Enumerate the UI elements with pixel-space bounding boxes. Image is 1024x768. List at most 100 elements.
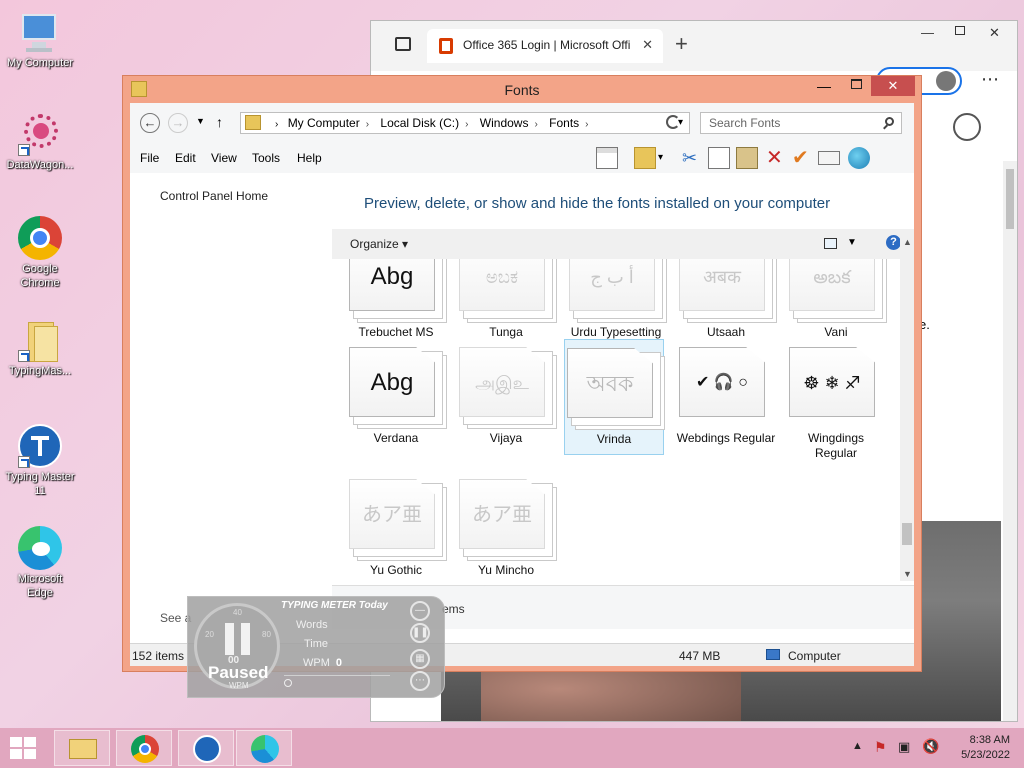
minimize-meter-icon[interactable]: — [410,601,430,621]
maximize-icon[interactable] [955,26,965,35]
minimize-icon[interactable]: — [817,78,831,94]
font-tile-utsaah[interactable]: अबक Utsaah [676,259,777,340]
address-bar[interactable]: › My Computer › Local Disk (C:) › Windows ›… [240,112,690,134]
words-label: Words [296,619,328,631]
maximize-icon[interactable] [851,79,862,89]
preview-pane-icon[interactable] [596,147,618,169]
more-options-icon[interactable]: ⋯ [410,671,430,691]
font-tile-wingdings[interactable]: ☸ ❄ ♐ Wingdings Regular [786,347,886,461]
refresh-icon[interactable] [666,115,680,129]
control-panel-home-link[interactable]: Control Panel Home [160,189,268,203]
change-view-icon[interactable] [824,238,837,249]
paste-icon[interactable] [736,147,758,169]
font-tile-urdu-typesetting[interactable]: أ ب ج Urdu Typesetting [566,259,667,340]
folder-options-icon[interactable] [634,147,656,169]
close-icon[interactable]: ✕ [989,25,1000,41]
help-icon[interactable]: ? [886,235,901,250]
desktop-icon-my-computer[interactable]: My Computer [4,10,76,70]
font-tile-trebuchet-ms[interactable]: Abg Trebuchet MS [346,259,447,340]
font-tile-tunga[interactable]: ಅಬಕ Tunga [456,259,557,340]
breadcrumb-local-disk[interactable]: Local Disk (C:) [380,116,459,130]
font-tile-vrinda[interactable]: অবক Vrinda [564,339,665,455]
typing-meter-widget[interactable]: 40 20 80 00 Paused WPM TYPING METER Toda… [187,596,445,698]
recent-locations-icon[interactable]: ▼ [196,116,205,126]
close-button[interactable]: ✕ [871,76,915,96]
breadcrumb-windows[interactable]: Windows [480,116,529,130]
taskbar-typing-master[interactable] [178,730,234,766]
organize-button[interactable]: Organize ▾ [350,237,408,251]
globe-icon[interactable] [848,147,870,169]
font-tile-vani[interactable]: అబక Vani [786,259,887,340]
back-icon[interactable]: ← [140,113,160,133]
meter-title: TYPING METER Today [281,600,388,611]
font-tile-vijaya[interactable]: அஇஉ Vijaya [456,347,557,446]
desktop-icon-microsoft-edge[interactable]: Microsoft Edge [4,526,76,600]
menu-file[interactable]: File [140,151,159,165]
desktop-icon-google-chrome[interactable]: Google Chrome [4,216,76,290]
delete-icon[interactable]: ✕ [766,147,788,169]
scroll-down-icon[interactable]: ▼ [903,569,912,579]
search-icon[interactable] [284,679,292,687]
font-preview: ☸ ❄ ♐ [789,347,875,417]
fonts-window[interactable]: Fonts — ✕ ← → ▼ ↑ › My Computer › Local D… [122,75,922,672]
chrome-icon [18,216,62,260]
chevron-down-icon[interactable]: ▼ [847,237,857,248]
browser-scrollbar[interactable] [1003,161,1017,721]
start-button[interactable] [10,737,36,759]
font-tile-yu-gothic[interactable]: あア亜 Yu Gothic [346,479,447,578]
search-icon [885,117,894,126]
taskbar-edge[interactable] [236,730,292,766]
properties-icon[interactable] [818,151,840,165]
font-tile-verdana[interactable]: Abg Verdana [346,347,447,446]
copy-icon[interactable] [708,147,730,169]
account-icon[interactable] [953,113,981,141]
pause-button[interactable]: ❚❚ [410,623,430,643]
font-list-scrollbar[interactable]: ▲ ▼ [900,233,914,581]
scroll-up-icon[interactable]: ▲ [903,237,912,247]
new-tab-icon[interactable]: + [675,31,688,57]
browser-tab-office365[interactable]: Office 365 Login | Microsoft Offi ✕ [427,29,663,63]
menu-bar: File Edit View Tools Help ▾ ✂ ✕ ✔ [130,143,914,173]
font-name: Yu Gothic [369,563,423,577]
taskbar: ▲ ⚑ ▣ 🔇 8:38 AM 5/23/2022 [0,728,1024,768]
desktop-icon-datawagon[interactable]: DataWagon... [4,112,76,172]
taskbar-file-explorer[interactable] [54,730,110,766]
up-icon[interactable]: ↑ [216,114,223,130]
search-input[interactable]: Search Fonts [700,112,902,134]
system-clock[interactable]: 8:38 AM 5/23/2022 [950,733,1010,763]
font-tile-yu-mincho[interactable]: あア亜 Yu Mincho [456,479,557,578]
menu-view[interactable]: View [211,151,237,165]
desktop-icon-label: DataWagon... [6,159,74,171]
minimize-icon[interactable]: — [921,25,934,40]
scrollbar-thumb[interactable] [902,523,912,545]
menu-edit[interactable]: Edit [175,151,196,165]
tab-actions-icon[interactable] [395,37,411,51]
show-hidden-icons[interactable]: ▲ [852,740,863,752]
more-options-icon[interactable]: ⋯ [981,69,999,90]
window-titlebar[interactable]: Fonts — ✕ [123,76,921,103]
breadcrumb-my-computer[interactable]: My Computer [288,116,360,130]
close-tab-icon[interactable]: ✕ [642,37,653,53]
font-name: Utsaah [706,325,746,339]
browser-tabstrip: Office 365 Login | Microsoft Offi ✕ + — … [371,21,1017,71]
chevron-down-icon[interactable]: ▾ [658,147,680,169]
network-icon[interactable]: ▣ [898,739,910,755]
volume-muted-icon[interactable]: 🔇 [922,738,939,755]
page-title: Preview, delete, or show and hide the fo… [364,195,831,212]
font-preview: अबक [679,259,765,311]
font-tile-webdings[interactable]: ✔ 🎧 ○ Webdings Regular [676,347,776,446]
cut-icon[interactable]: ✂ [682,147,704,169]
action-center-flag-icon[interactable]: ⚑ [874,739,887,756]
location-label: Computer [788,649,841,663]
statistics-icon[interactable]: ▦ [410,649,430,669]
font-grid: Abg Trebuchet MS ಅಬಕ Tunga أ ب ج Urdu Ty… [332,259,900,585]
taskbar-chrome[interactable] [116,730,172,766]
desktop-icon-typing-master[interactable]: Typing Master 11 [4,424,76,498]
breadcrumb-fonts[interactable]: Fonts [549,116,579,130]
forward-icon[interactable]: → [168,113,188,133]
menu-help[interactable]: Help [297,151,322,165]
checkmark-icon[interactable]: ✔ [792,147,814,169]
desktop-icon-typingmaster-folder[interactable]: TypingMas... [4,318,76,378]
menu-tools[interactable]: Tools [252,151,280,165]
edge-icon [18,526,62,570]
